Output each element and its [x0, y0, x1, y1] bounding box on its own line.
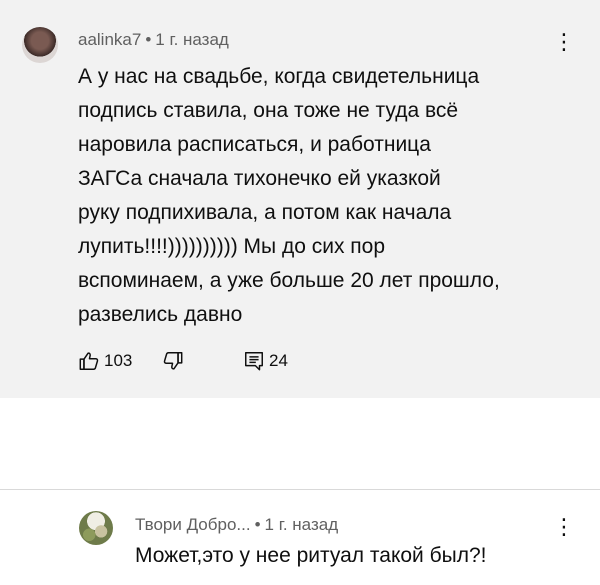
comment-text-line: вспоминаем, а уже больше 20 лет прошло,: [78, 269, 500, 292]
meta-separator: •: [254, 515, 261, 534]
dislike-button[interactable]: [162, 350, 184, 372]
avatar[interactable]: [79, 511, 113, 545]
more-vertical-icon: ⋮: [553, 514, 575, 539]
comment-card: aalinka7 • 1 г. назад ⋮ А у нас на свадьбе…: [0, 0, 600, 398]
replies-button[interactable]: 24: [243, 350, 288, 372]
comment-icon: [245, 352, 263, 371]
author-name[interactable]: aalinka7: [78, 30, 141, 49]
comment-text-line: наровила расписаться, и работница: [78, 133, 431, 156]
thumbs-down-icon: [163, 352, 183, 370]
more-options-button[interactable]: ⋮: [552, 515, 576, 539]
more-options-button[interactable]: ⋮: [552, 30, 576, 54]
meta-separator: •: [145, 30, 152, 49]
reply-meta: Твори Добро... • 1 г. назад: [135, 515, 338, 535]
avatar[interactable]: [22, 27, 58, 63]
comment-text: А у нас на свадьбе, когда свидетельница …: [78, 60, 578, 332]
divider: [0, 489, 600, 490]
comment-meta: aalinka7 • 1 г. назад: [78, 30, 229, 50]
more-vertical-icon: ⋮: [553, 29, 575, 54]
thumbs-up-icon: [79, 352, 99, 370]
comment-text-line: лупить!!!!)))))))))) Мы до сих пор: [78, 235, 386, 258]
comment-time[interactable]: 1 г. назад: [265, 515, 339, 534]
reply-text: Может,это у нее ритуал такой был?!: [135, 544, 487, 567]
author-name[interactable]: Твори Добро...: [135, 515, 251, 534]
comment-text-line: А у нас на свадьбе, когда свидетельница: [78, 65, 480, 88]
like-button[interactable]: 103: [78, 350, 132, 372]
reply-count: 24: [269, 351, 288, 370]
comment-text-line: развелись давно: [78, 303, 243, 326]
comment-time[interactable]: 1 г. назад: [155, 30, 229, 49]
comment-text-line: ЗАГСа сначала тихонечко ей указкой: [78, 167, 441, 190]
like-count: 103: [104, 351, 133, 370]
comment-text-line: подпись ставила, она тоже не туда всё: [78, 99, 459, 122]
comment-text-line: руку подпихивала, а потом как начала: [78, 201, 452, 224]
